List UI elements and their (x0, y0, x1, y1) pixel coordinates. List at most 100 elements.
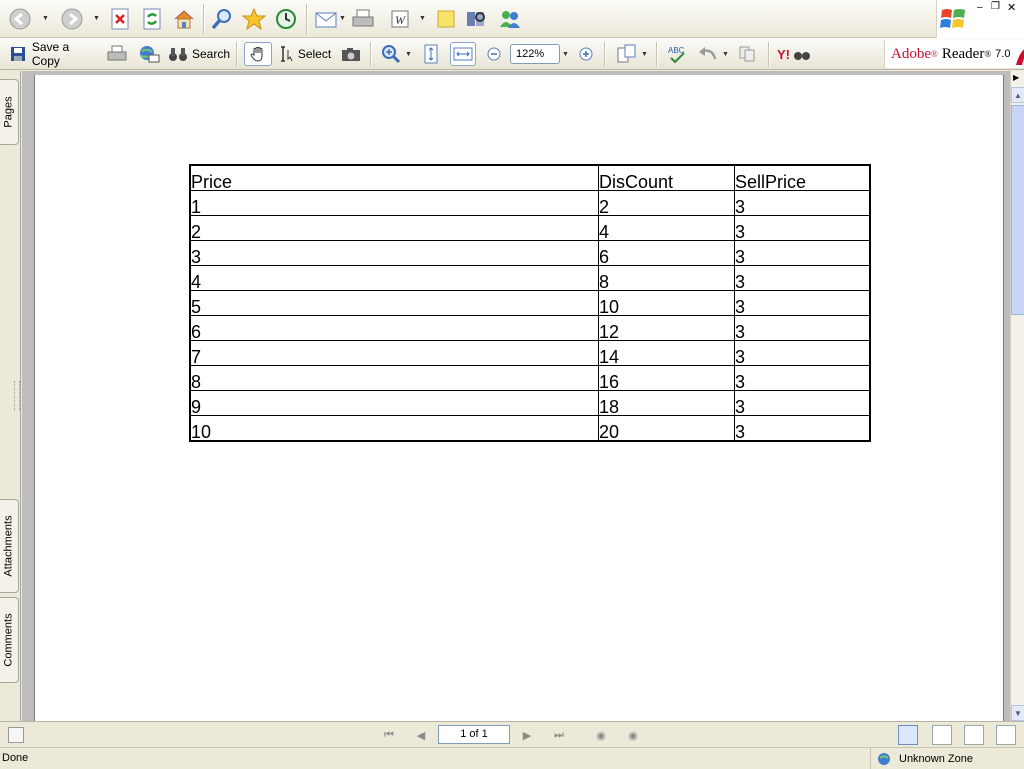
magnifier-icon (211, 9, 231, 30)
rotate-dropdown-icon[interactable]: ▼ (641, 51, 648, 58)
undo-button[interactable] (694, 42, 722, 66)
refresh-button[interactable] (138, 5, 166, 33)
yahoo-binoculars-icon: Y! (777, 47, 810, 62)
restore-button[interactable]: ❐ (991, 1, 1000, 12)
rotate-view-button[interactable] (612, 42, 642, 66)
cell-sellprice: 3 (734, 315, 871, 341)
table-row: 8 16 3 (189, 365, 871, 391)
home-icon (174, 10, 194, 29)
cell-price: 9 (189, 390, 599, 416)
options-button[interactable] (8, 727, 24, 743)
hand-tool-button[interactable] (244, 42, 272, 66)
previous-view-button[interactable]: ◉ (592, 727, 610, 743)
back-button[interactable] (6, 5, 34, 33)
first-page-button[interactable]: ⏮ (380, 727, 398, 743)
version-text: 7.0 (995, 48, 1011, 60)
save-copy-label: Save a Copy (31, 40, 70, 68)
print-button[interactable] (104, 42, 130, 66)
search-button[interactable]: Search (168, 42, 230, 66)
camera-icon (342, 48, 360, 61)
undo-icon (699, 47, 717, 60)
fit-width-button[interactable] (450, 42, 476, 66)
separator (768, 42, 770, 66)
panel-menu-arrow-icon[interactable]: ▶ (1013, 73, 1019, 82)
next-view-button[interactable]: ◉ (624, 727, 642, 743)
snapshot-button[interactable] (338, 42, 364, 66)
minimize-button[interactable]: – (977, 2, 983, 13)
zoom-level-dropdown-icon[interactable]: ▼ (562, 51, 569, 58)
scroll-thumb[interactable] (1011, 105, 1024, 315)
home-button[interactable] (170, 5, 198, 33)
copy-button[interactable] (734, 42, 760, 66)
zoom-out-button[interactable] (484, 42, 504, 66)
windows-flag-icon (940, 9, 965, 28)
cell-discount: 2 (598, 190, 735, 216)
cell-sellprice: 3 (734, 265, 871, 291)
cell-price: 10 (189, 415, 599, 442)
messenger-button[interactable] (496, 5, 524, 33)
tab-pages[interactable]: Pages (0, 79, 19, 145)
cell-sellprice: 3 (734, 415, 871, 442)
panel-resize-handle[interactable] (14, 381, 20, 411)
cell-price: 7 (189, 340, 599, 366)
scroll-up-button[interactable]: ▲ (1011, 87, 1024, 103)
table-row: 363 (189, 240, 871, 266)
continuous-layout-button[interactable] (932, 725, 952, 745)
zoom-in-tool-button[interactable] (378, 42, 404, 66)
tab-comments[interactable]: Comments (0, 597, 19, 683)
fit-width-icon (453, 47, 473, 61)
fit-height-button[interactable] (418, 42, 444, 66)
adobe-reader-brand: Adobe ® Reader ® 7.0 (884, 40, 1024, 68)
document-viewer[interactable]: Price DisCount SellPrice 1 2 3 2 4 3 3 6 3 4 8 3 5 10… (22, 71, 1010, 725)
stop-button[interactable] (106, 5, 134, 33)
cell-sellprice: 3 (734, 340, 871, 366)
back-dropdown-icon[interactable]: ▼ (42, 15, 49, 22)
select-tool-button[interactable]: Select (276, 42, 334, 66)
header-sellprice: SellPrice (734, 164, 871, 191)
plus-circle-icon (579, 47, 593, 61)
single-page-layout-button[interactable] (898, 725, 918, 745)
search-button[interactable] (208, 5, 236, 33)
cell-discount: 18 (598, 390, 735, 416)
history-button[interactable] (272, 5, 300, 33)
separator (306, 4, 308, 34)
navigation-panel: Pages Attachments Comments (0, 71, 21, 721)
globe-zone-icon (878, 752, 890, 765)
page-number-field[interactable]: 1 of 1 (438, 725, 510, 744)
facing-layout-button[interactable] (964, 725, 984, 745)
save-copy-button[interactable]: Save a Copy (10, 40, 100, 68)
cell-sellprice: 3 (734, 290, 871, 316)
zoom-in-button[interactable] (576, 42, 596, 66)
fit-height-icon (424, 44, 438, 64)
zoom-tool-dropdown-icon[interactable]: ▼ (405, 51, 412, 58)
forward-dropdown-icon[interactable]: ▼ (93, 15, 100, 22)
mail-button[interactable] (312, 5, 340, 33)
continuous-facing-layout-button[interactable] (996, 725, 1016, 745)
forward-button[interactable] (58, 5, 86, 33)
close-button[interactable]: ✕ (1007, 1, 1016, 14)
zoom-level-field[interactable]: 122% (510, 44, 560, 64)
security-zone: Unknown Zone (870, 748, 1024, 769)
edit-dropdown-icon[interactable]: ▼ (419, 15, 426, 22)
discuss-button[interactable] (432, 5, 460, 33)
email-button[interactable] (136, 42, 162, 66)
zoom-tool-icon (382, 45, 401, 64)
yahoo-search-button[interactable]: Y! (774, 42, 812, 66)
research-button[interactable] (462, 5, 490, 33)
edit-button[interactable]: W (386, 5, 414, 33)
undo-dropdown-icon[interactable]: ▼ (722, 51, 729, 58)
mail-dropdown-icon[interactable]: ▼ (339, 15, 346, 22)
previous-page-button[interactable]: ◀ (412, 727, 430, 743)
header-price: Price (189, 164, 599, 191)
tab-attachments[interactable]: Attachments (0, 499, 19, 593)
scroll-down-button[interactable]: ▼ (1011, 705, 1024, 721)
adobe-reader-logo-icon (1016, 49, 1024, 65)
last-page-button[interactable]: ⏭ (550, 727, 568, 743)
note-icon (437, 10, 455, 28)
spell-check-button[interactable]: ABC (664, 42, 690, 66)
vertical-scrollbar[interactable]: ▶ ▲ ▼ (1010, 71, 1024, 721)
favorites-button[interactable] (240, 5, 268, 33)
print-button[interactable] (349, 5, 377, 33)
table-row: 7 14 3 (189, 340, 871, 366)
next-page-button[interactable]: ▶ (518, 727, 536, 743)
